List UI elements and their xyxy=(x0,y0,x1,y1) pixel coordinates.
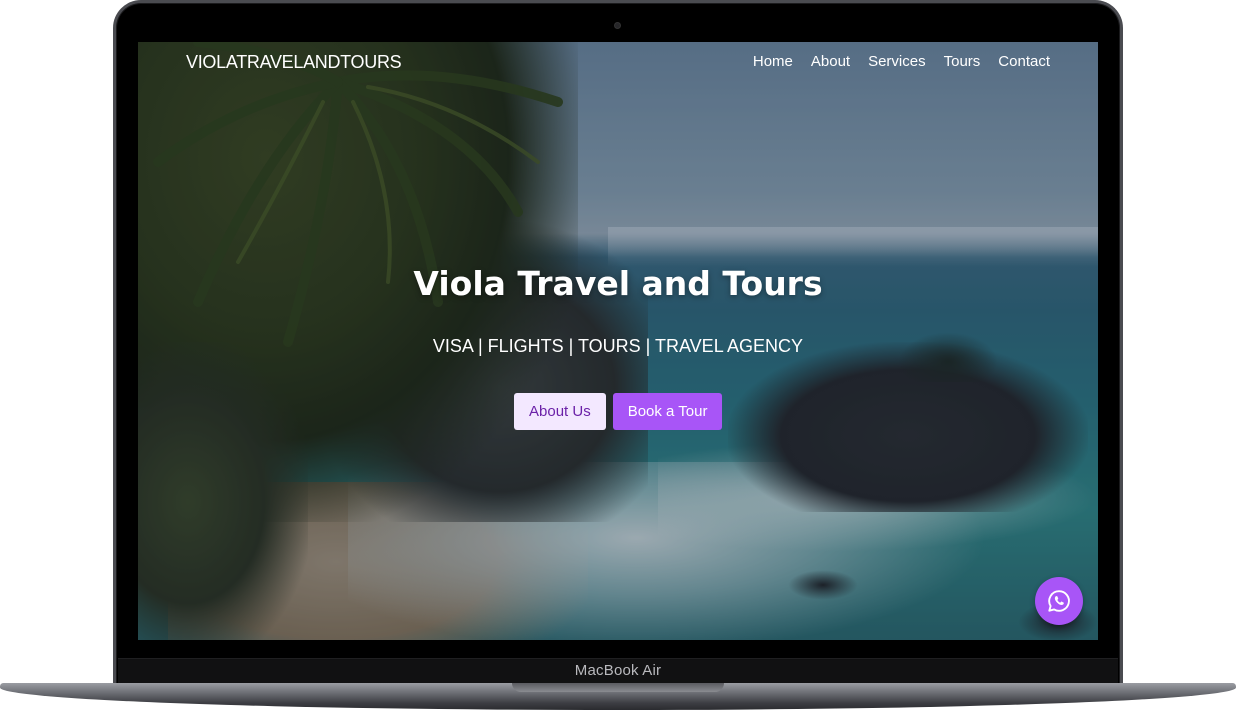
top-navbar: VIOLATRAVELANDTOURS Home About Services … xyxy=(138,42,1098,82)
nav-menu: Home About Services Tours Contact xyxy=(753,53,1050,70)
hero-actions: About Us Book a Tour xyxy=(514,393,723,430)
nav-link-tours[interactable]: Tours xyxy=(944,53,981,70)
whatsapp-icon xyxy=(1048,590,1070,612)
site-brand[interactable]: VIOLATRAVELANDTOURS xyxy=(186,52,402,73)
laptop-hinge-notch xyxy=(512,683,724,692)
nav-link-about[interactable]: About xyxy=(811,53,850,70)
webcam xyxy=(614,22,621,29)
nav-link-services[interactable]: Services xyxy=(868,53,926,70)
nav-link-home[interactable]: Home xyxy=(753,53,793,70)
about-us-button[interactable]: About Us xyxy=(514,393,606,430)
device-label: MacBook Air xyxy=(574,662,662,679)
browser-viewport: VIOLATRAVELANDTOURS Home About Services … xyxy=(138,42,1098,640)
hero-subtitle: VISA | FLIGHTS | TOURS | TRAVEL AGENCY xyxy=(432,336,804,356)
nav-link-contact[interactable]: Contact xyxy=(998,53,1050,70)
whatsapp-chat-button[interactable] xyxy=(1035,577,1083,625)
book-tour-button[interactable]: Book a Tour xyxy=(612,393,723,430)
hero-title: Viola Travel and Tours xyxy=(413,264,823,303)
